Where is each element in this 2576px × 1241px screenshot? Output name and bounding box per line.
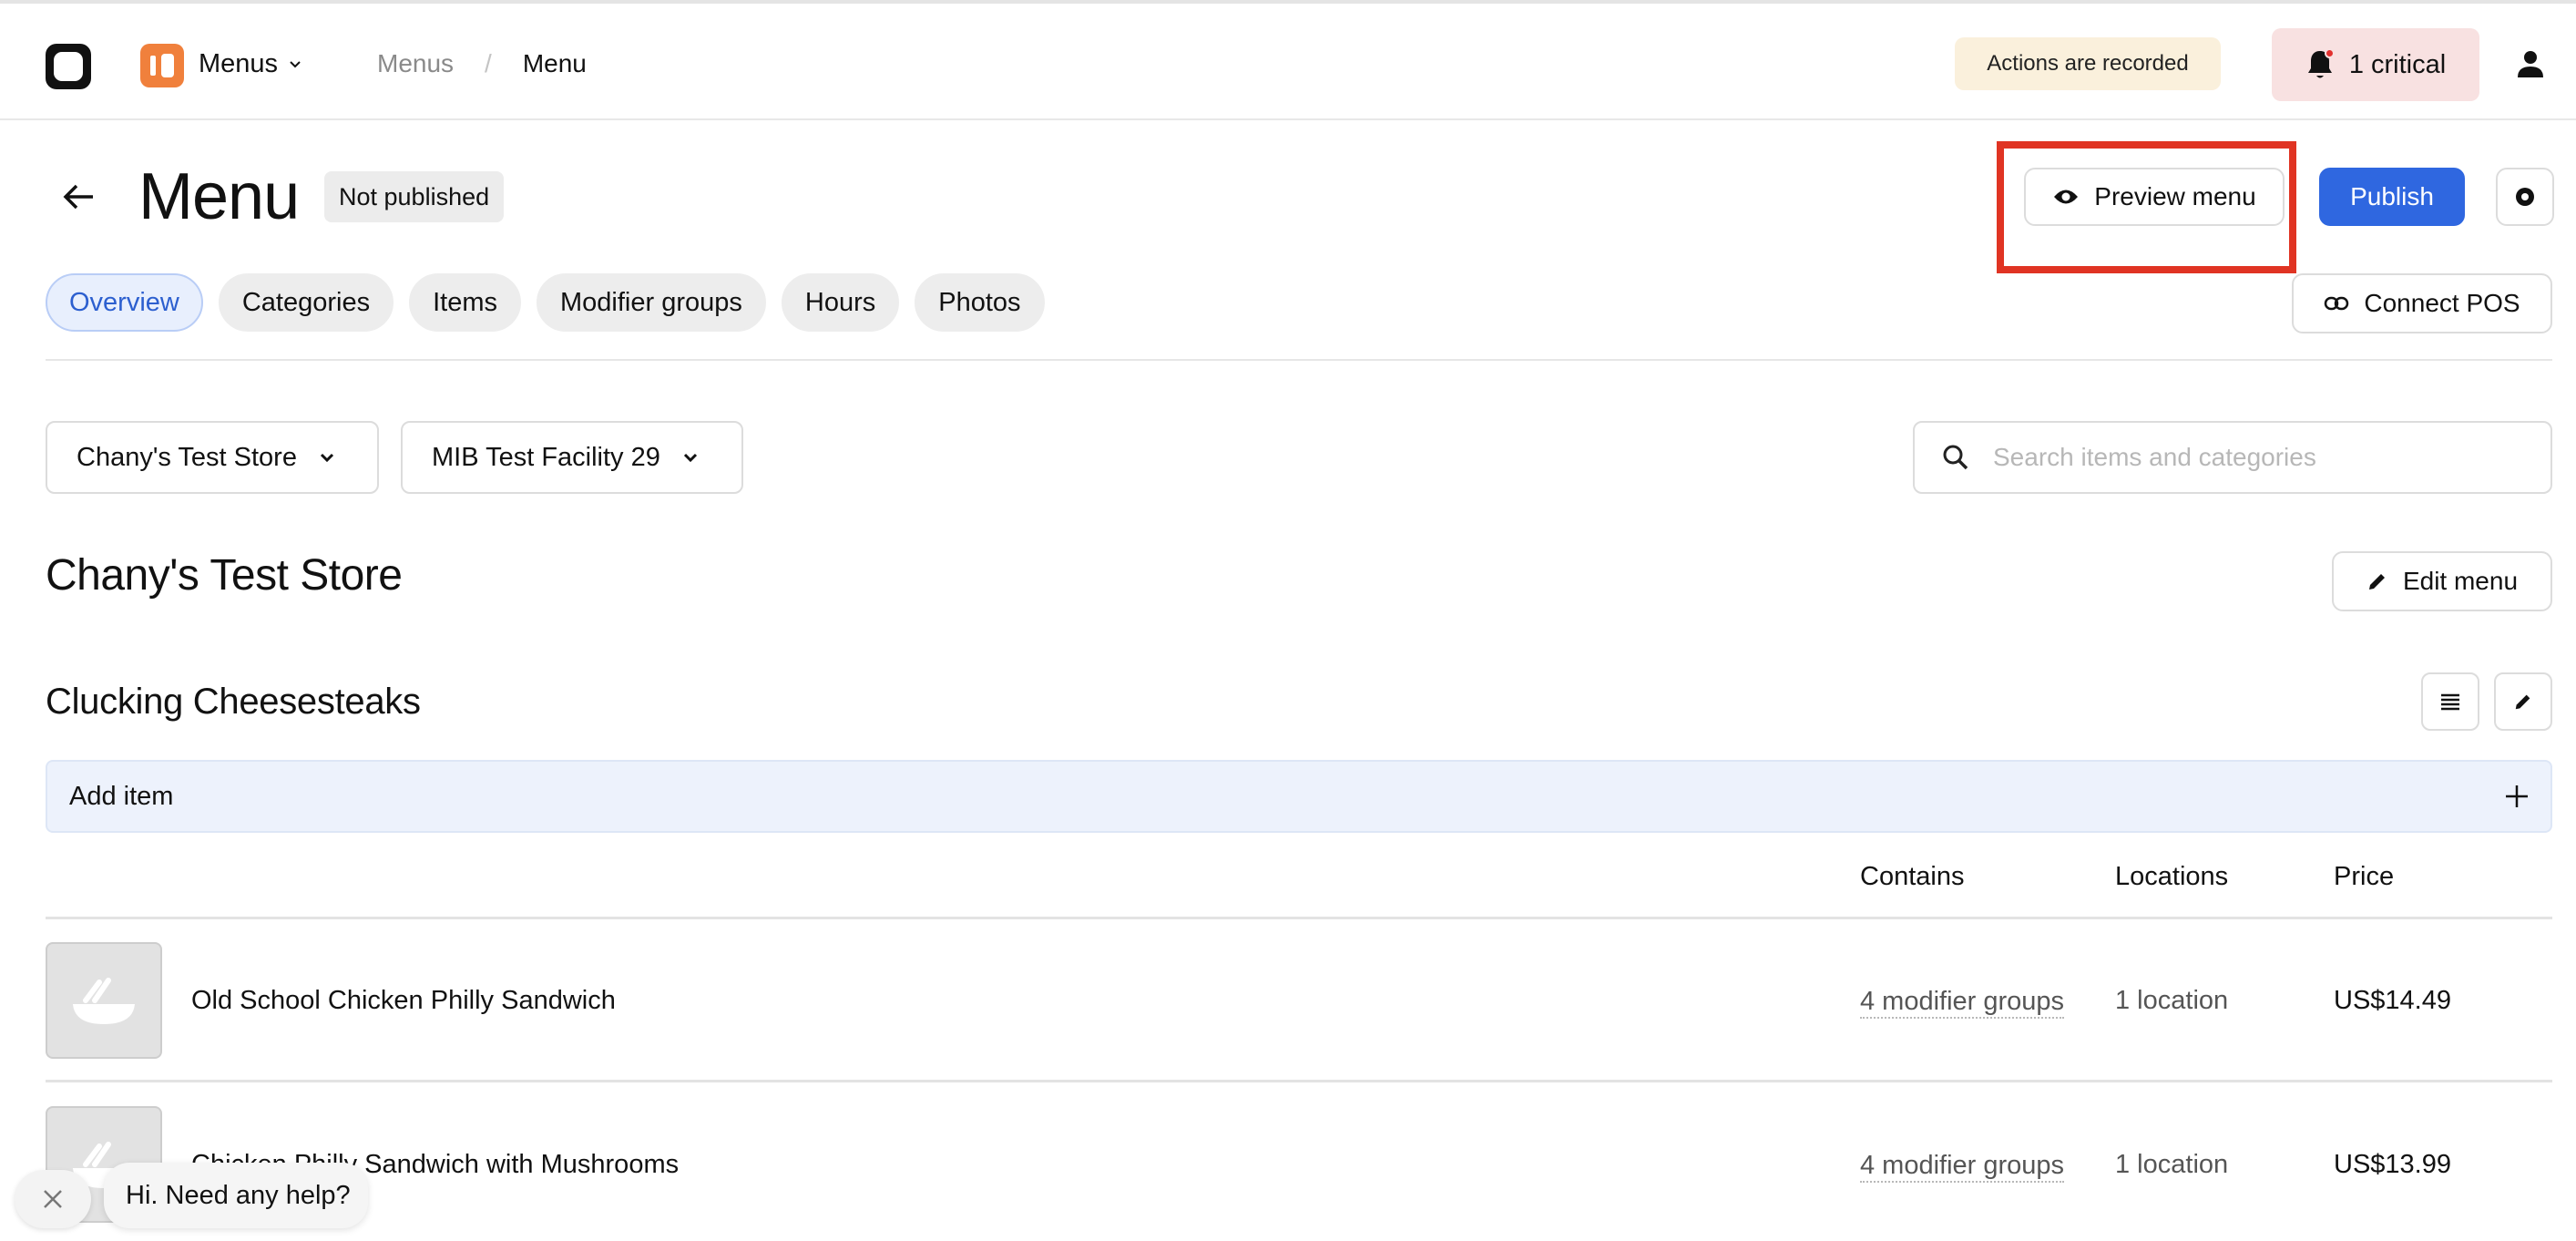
edit-menu-label: Edit menu [2402,567,2519,595]
breadcrumb-menu: Menu [522,49,587,77]
facility-select[interactable]: MIB Test Facility 29 [401,421,743,494]
logo-icon[interactable] [46,44,91,89]
store-title: Chany's Test Store [46,551,403,600]
item-price: US$14.49 [2334,986,2451,1015]
eye-icon [2054,190,2079,204]
connect-pos-button[interactable]: Connect POS [2292,273,2552,333]
item-thumbnail [46,942,162,1059]
chevron-down-icon [290,61,301,68]
table-row[interactable]: Old School Chicken Philly Sandwich 4 mod… [46,920,2552,1082]
facility-select-value: MIB Test Facility 29 [432,442,660,472]
user-icon[interactable] [2514,47,2547,80]
breadcrumb: Menus / Menu [377,46,587,82]
chevron-down-icon [320,453,334,463]
category-title: Clucking Cheesesteaks [46,682,421,722]
connect-pos-label: Connect POS [2364,289,2520,317]
page-title: Menu [138,160,300,233]
publish-button[interactable]: Publish [2319,168,2465,226]
edit-category-button[interactable] [2494,672,2552,731]
column-header-contains[interactable]: Contains [1860,860,1964,893]
preview-menu-label: Preview menu [2094,182,2256,210]
settings-button[interactable] [2496,168,2554,226]
preview-menu-button[interactable]: Preview menu [2024,168,2285,226]
chat-close-button[interactable] [15,1170,91,1228]
pencil-icon [2515,694,2530,710]
store-select[interactable]: Chany's Test Store [46,421,379,494]
item-name: Old School Chicken Philly Sandwich [191,986,616,1015]
table-row[interactable]: Chicken Philly Sandwich with Mushrooms 4… [46,1084,2552,1241]
tab-categories[interactable]: Categories [218,273,394,332]
alerts-label: 1 critical [2348,49,2447,79]
pencil-icon [2368,574,2385,590]
item-modifier-groups[interactable]: 4 modifier groups [1860,1150,2065,1183]
column-header-price[interactable]: Price [2334,860,2394,893]
breadcrumb-separator: / [485,49,492,77]
app-name: Menus [199,48,279,78]
link-icon [2325,296,2349,311]
close-icon [44,1190,62,1208]
search-icon [1943,445,1968,470]
arrow-left-icon[interactable] [60,182,97,211]
tab-photos[interactable]: Photos [915,273,1045,332]
add-item-button[interactable]: Add item [46,760,2552,833]
reorder-button[interactable] [2421,672,2479,731]
app-icon[interactable] [140,44,184,87]
app-switcher[interactable]: Menus [199,46,303,82]
divider [46,359,2552,361]
plus-icon [2506,785,2528,807]
add-item-label: Add item [69,781,174,811]
publish-label: Publish [2350,182,2434,210]
bell-icon [2305,48,2335,81]
tab-modifier-groups[interactable]: Modifier groups [537,273,766,332]
divider [46,917,2552,919]
gear-icon [2516,188,2534,206]
tab-bar: Overview Categories Items Modifier group… [46,273,1045,332]
item-modifier-groups[interactable]: 4 modifier groups [1860,986,2065,1019]
tab-hours[interactable]: Hours [781,273,900,332]
bowl-placeholder-icon [73,978,135,1024]
search-box [1913,421,2552,494]
status-badge: Not published [324,171,505,222]
alerts-button[interactable]: 1 critical [2272,28,2479,101]
chat-message: Hi. Need any help? [126,1180,351,1210]
tab-items[interactable]: Items [409,273,522,332]
list-icon [2441,693,2459,711]
store-select-value: Chany's Test Store [77,442,297,472]
item-price: US$13.99 [2334,1150,2451,1179]
search-input[interactable] [1993,443,2540,472]
breadcrumb-menus[interactable]: Menus [377,49,454,78]
item-locations: 1 location [2115,1150,2229,1179]
item-locations: 1 location [2115,986,2229,1015]
chat-bubble[interactable]: Hi. Need any help? [104,1163,368,1228]
tab-overview[interactable]: Overview [46,273,203,332]
chevron-down-icon [683,453,697,463]
edit-menu-button[interactable]: Edit menu [2332,551,2552,611]
column-header-locations[interactable]: Locations [2115,860,2228,893]
top-bar: Menus Menus / Menu Actions are recorded … [0,0,2576,120]
recording-notice: Actions are recorded [1955,37,2221,90]
